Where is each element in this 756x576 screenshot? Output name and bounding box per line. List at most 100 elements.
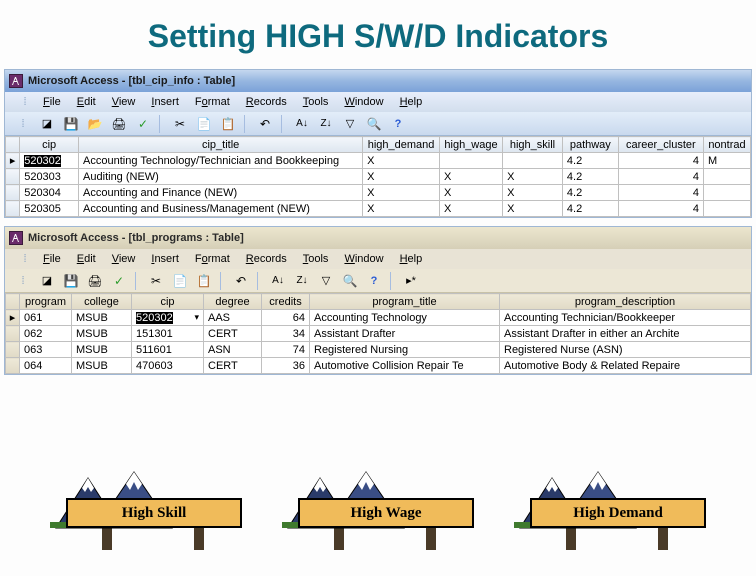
table-row[interactable]: 520305 Accounting and Business/Managemen…	[6, 201, 751, 217]
col-pathway[interactable]: pathway	[562, 137, 618, 153]
menu-view[interactable]: View	[104, 94, 144, 110]
sort-desc-button[interactable]	[316, 114, 336, 134]
grid-programs[interactable]: program college cip degree credits progr…	[5, 293, 751, 374]
save-button[interactable]	[61, 271, 81, 291]
cell-cc[interactable]: 4	[618, 201, 703, 217]
cell-degree[interactable]: ASN	[204, 342, 262, 358]
cell-college[interactable]: MSUB	[72, 310, 132, 326]
cell-hw[interactable]: X	[439, 169, 502, 185]
cell-cip[interactable]: 470603	[132, 358, 204, 374]
cell-desc[interactable]: Registered Nurse (ASN)	[500, 342, 751, 358]
spell-button[interactable]	[133, 114, 153, 134]
menu-file[interactable]: File	[35, 251, 69, 267]
cell-pathway[interactable]: 4.2	[562, 201, 618, 217]
menu-insert[interactable]: Insert	[143, 94, 187, 110]
menu-help[interactable]: Help	[392, 94, 431, 110]
grid-cip-info[interactable]: cip cip_title high_demand high_wage high…	[5, 136, 751, 217]
col-credits[interactable]: credits	[262, 294, 310, 310]
menu-file[interactable]: File	[35, 94, 69, 110]
undo-button[interactable]	[231, 271, 251, 291]
sort-asc-button[interactable]	[268, 271, 288, 291]
cell-program[interactable]: 063	[20, 342, 72, 358]
menu-format[interactable]: Format	[187, 251, 238, 267]
cell-hw[interactable]	[439, 153, 502, 169]
menu-window[interactable]: Window	[336, 94, 391, 110]
find-button[interactable]	[340, 271, 360, 291]
col-cip[interactable]: cip	[20, 137, 79, 153]
cell-cip[interactable]: 520303	[20, 169, 79, 185]
row-marker[interactable]	[6, 169, 20, 185]
menu-records[interactable]: Records	[238, 251, 295, 267]
cell-degree[interactable]: CERT	[204, 326, 262, 342]
cell-degree[interactable]: CERT	[204, 358, 262, 374]
cell-cip[interactable]: 520302▾	[132, 310, 204, 326]
cell-desc[interactable]: Accounting Technician/Bookkeeper	[500, 310, 751, 326]
cell-title[interactable]: Accounting Technology/Technician and Boo…	[79, 153, 363, 169]
cell-cip[interactable]: 511601	[132, 342, 204, 358]
spell-button[interactable]	[109, 271, 129, 291]
cell-title[interactable]: Registered Nursing	[310, 342, 500, 358]
row-marker[interactable]	[6, 342, 20, 358]
cell-program[interactable]: 062	[20, 326, 72, 342]
row-marker[interactable]	[6, 358, 20, 374]
cell-hw[interactable]: X	[439, 185, 502, 201]
cell-cc[interactable]: 4	[618, 185, 703, 201]
table-row[interactable]: 520304 Accounting and Finance (NEW) X X …	[6, 185, 751, 201]
menu-insert[interactable]: Insert	[143, 251, 187, 267]
cell-pathway[interactable]: 4.2	[562, 169, 618, 185]
row-marker[interactable]: ▸	[6, 153, 20, 169]
print-button[interactable]	[109, 114, 129, 134]
copy-button[interactable]	[194, 114, 214, 134]
menu-tools[interactable]: Tools	[295, 251, 337, 267]
save-button[interactable]	[61, 114, 81, 134]
copy-button[interactable]	[170, 271, 190, 291]
menu-help[interactable]: Help	[392, 251, 431, 267]
cell-cc[interactable]: 4	[618, 169, 703, 185]
cell-hd[interactable]: X	[363, 201, 440, 217]
filter-button[interactable]	[316, 271, 336, 291]
cell-degree[interactable]: AAS	[204, 310, 262, 326]
help-button[interactable]	[388, 114, 408, 134]
menu-view[interactable]: View	[104, 251, 144, 267]
row-marker[interactable]	[6, 326, 20, 342]
cell-cip[interactable]: 151301	[132, 326, 204, 342]
menu-edit[interactable]: Edit	[69, 94, 104, 110]
col-program-title[interactable]: program_title	[310, 294, 500, 310]
row-marker[interactable]	[6, 201, 20, 217]
cell-desc[interactable]: Automotive Body & Related Repaire	[500, 358, 751, 374]
cell-cc[interactable]: 4	[618, 153, 703, 169]
col-program[interactable]: program	[20, 294, 72, 310]
cell-credits[interactable]: 34	[262, 326, 310, 342]
col-career-cluster[interactable]: career_cluster	[618, 137, 703, 153]
cell-hs[interactable]: X	[503, 201, 563, 217]
cell-nt[interactable]	[703, 169, 750, 185]
cut-button[interactable]	[170, 114, 190, 134]
cell-college[interactable]: MSUB	[72, 326, 132, 342]
cell-hw[interactable]: X	[439, 201, 502, 217]
col-cip-title[interactable]: cip_title	[79, 137, 363, 153]
cell-desc[interactable]: Assistant Drafter in either an Archite	[500, 326, 751, 342]
help-button[interactable]	[364, 271, 384, 291]
sort-desc-button[interactable]	[292, 271, 312, 291]
sort-asc-button[interactable]	[292, 114, 312, 134]
cell-cip[interactable]: 520304	[20, 185, 79, 201]
table-row[interactable]: ▸ 061 MSUB 520302▾ AAS 64 Accounting Tec…	[6, 310, 751, 326]
menu-format[interactable]: Format	[187, 94, 238, 110]
table-row[interactable]: 063 MSUB 511601 ASN 74 Registered Nursin…	[6, 342, 751, 358]
cell-hs[interactable]	[503, 153, 563, 169]
row-marker[interactable]	[6, 185, 20, 201]
col-high-demand[interactable]: high_demand	[363, 137, 440, 153]
col-degree[interactable]: degree	[204, 294, 262, 310]
table-row[interactable]: 064 MSUB 470603 CERT 36 Automotive Colli…	[6, 358, 751, 374]
print-button[interactable]	[85, 271, 105, 291]
cell-hd[interactable]: X	[363, 169, 440, 185]
table-row[interactable]: 520303 Auditing (NEW) X X X 4.2 4	[6, 169, 751, 185]
table-row[interactable]: 062 MSUB 151301 CERT 34 Assistant Drafte…	[6, 326, 751, 342]
cell-credits[interactable]: 36	[262, 358, 310, 374]
cell-college[interactable]: MSUB	[72, 342, 132, 358]
row-marker[interactable]: ▸	[6, 310, 20, 326]
paste-button[interactable]	[194, 271, 214, 291]
cell-title[interactable]: Accounting and Business/Management (NEW)	[79, 201, 363, 217]
cell-program[interactable]: 061	[20, 310, 72, 326]
find-button[interactable]	[364, 114, 384, 134]
